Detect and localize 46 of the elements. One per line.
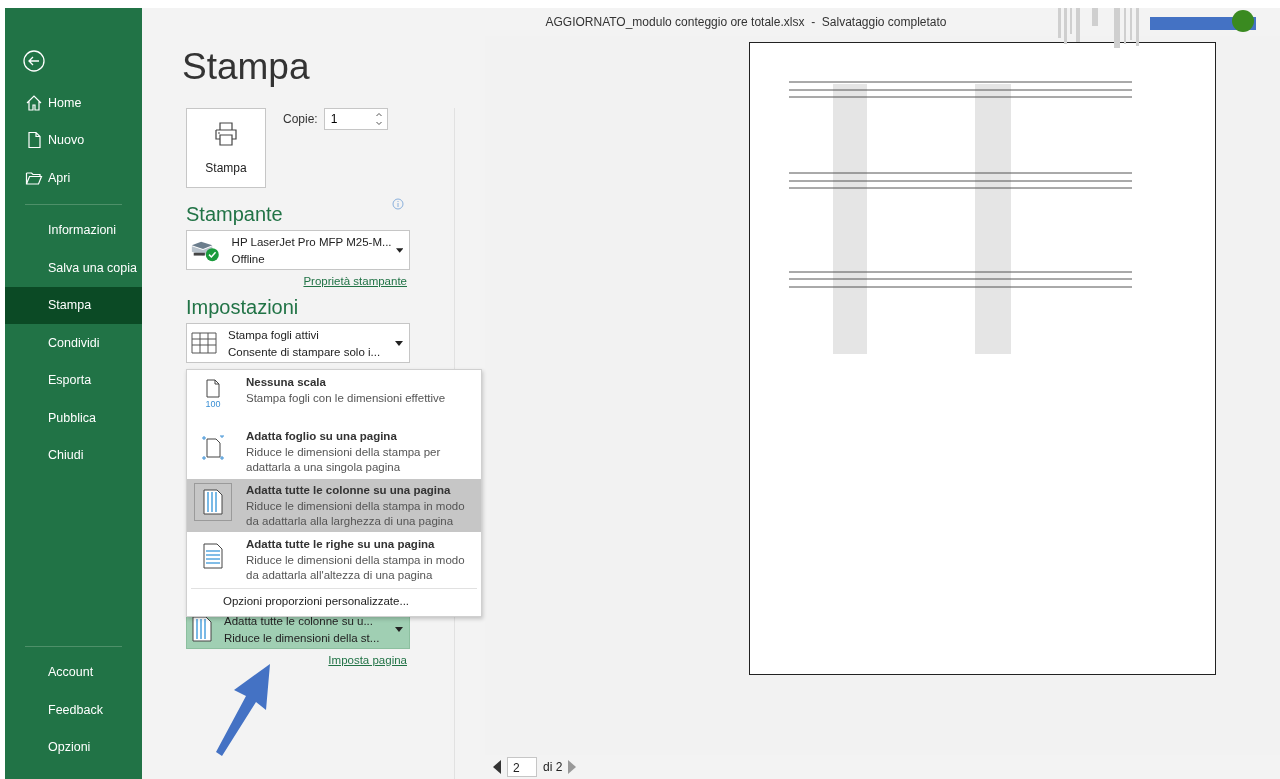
custom-scaling-option[interactable]: Opzioni proporzioni personalizzate... (191, 588, 477, 616)
copies-field[interactable]: 1 (323, 108, 388, 130)
sidebar-item[interactable]: Feedback (5, 691, 142, 729)
next-page-icon[interactable] (568, 760, 577, 774)
caret-icon (395, 340, 403, 346)
sheets-dropdown[interactable]: Stampa fogli attivi Consente di stampare solo i... (186, 323, 410, 363)
sidebar-item[interactable]: Informazioni (5, 211, 142, 249)
menu-option[interactable]: Adatta foglio su una pagina Riduce le dimensioni della stampa per adattarla a una singola pagina (187, 420, 481, 479)
document-icon (25, 131, 43, 150)
rows-page-icon (201, 542, 225, 570)
columns-page-icon (201, 488, 225, 516)
menu-option[interactable]: Adatta tutte le righe su una pagina Riduce le dimensioni della stampa in modo da adattarla all'altezza di una pagina (187, 532, 481, 588)
home-icon (25, 93, 43, 112)
spinner-icon[interactable] (374, 111, 383, 127)
sidebar-item[interactable]: Chiudi (5, 436, 142, 474)
previous-page-icon[interactable] (493, 760, 501, 774)
sidebar-item[interactable]: Stampa (5, 286, 142, 324)
section-heading: Impostazioni (186, 295, 300, 319)
sheet-grid-icon (190, 331, 218, 355)
menu-option[interactable]: 100 Nessuna scala Stampa fogli con le dimensioni effettive (187, 370, 481, 420)
sidebar-item[interactable]: Home (5, 84, 142, 122)
section-heading: Stampante (186, 202, 283, 226)
sidebar-item[interactable]: Opzioni (5, 728, 142, 766)
menu-option[interactable]: Adatta tutte le colonne su una pagina Riduce le dimensioni della stampa in modo da adattarla alla larghezza di una pagina (187, 479, 481, 532)
page-title: Stampa (182, 46, 310, 88)
sidebar-item[interactable]: Pubblica (5, 399, 142, 437)
sidebar-item[interactable]: Condividi (5, 324, 142, 362)
page-count: di 2 (543, 760, 563, 774)
sidebar-item[interactable]: Nuovo (5, 121, 142, 159)
sidebar-item[interactable]: Apri (5, 159, 142, 197)
caret-icon (395, 626, 403, 632)
caret-icon (395, 247, 403, 253)
avatar[interactable] (1232, 10, 1254, 32)
printer-icon (214, 121, 238, 147)
sidebar-item[interactable]: Esporta (5, 361, 142, 399)
sidebar-item[interactable]: Account (5, 653, 142, 691)
fit-sheet-icon (200, 434, 226, 462)
sidebar-item[interactable]: Salva una copia (5, 249, 142, 287)
back-icon[interactable] (23, 50, 45, 72)
page-number-field[interactable]: 2 (507, 757, 537, 777)
page-setup-link[interactable]: Imposta pagina (328, 654, 407, 666)
print-button[interactable]: Stampa (186, 108, 266, 188)
copies-label: Copie: (283, 112, 318, 126)
window-title: AGGIORNATO_modulo conteggio ore totale.xlsx - Salvataggio completato (545, 15, 947, 29)
printer-dropdown[interactable]: HP LaserJet Pro MFP M25-M... Offline (186, 230, 410, 270)
printer-properties-link[interactable]: Proprietà stampante (303, 275, 407, 287)
